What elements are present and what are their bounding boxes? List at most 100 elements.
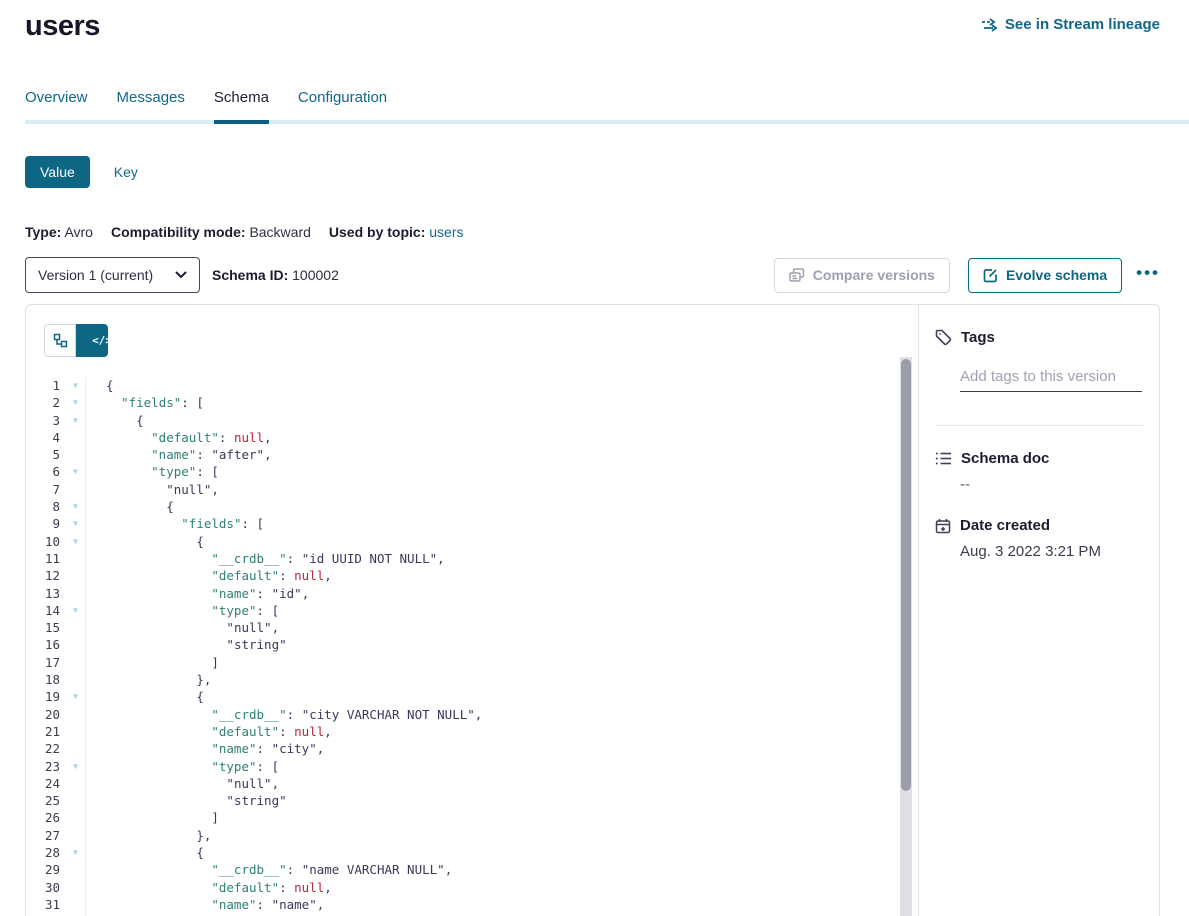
code-text: "type": [ [86, 758, 279, 775]
page-header: users See in Stream lineage [0, 0, 1189, 43]
calendar-icon [935, 518, 951, 534]
line-number: 11 [26, 550, 66, 567]
code-line: 26 ] [26, 809, 918, 826]
fold-gutter [66, 792, 86, 809]
code-text: { [86, 498, 174, 515]
code-text: "null", [86, 775, 279, 792]
code-line: 11 "__crdb__": "id UUID NOT NULL", [26, 550, 918, 567]
code-line: 3▼ { [26, 412, 918, 429]
line-number: 28 [26, 844, 66, 861]
stream-lineage-link[interactable]: See in Stream lineage [981, 16, 1160, 33]
code-line: 10▼ { [26, 533, 918, 550]
line-number: 10 [26, 533, 66, 550]
fold-gutter [66, 446, 86, 463]
date-created-heading-row: Date created [935, 517, 1143, 534]
code-text: "string" [86, 792, 287, 809]
schema-type-value: Avro [64, 224, 93, 240]
tab-messages[interactable]: Messages [117, 89, 185, 124]
fold-toggle-icon[interactable]: ▼ [66, 394, 86, 411]
schema-detail-panel: </> 1▼{2▼ "fields": [3▼ {4 "default": nu… [25, 304, 1160, 916]
fold-gutter [66, 636, 86, 653]
schema-doc-heading-row: Schema doc [935, 450, 1143, 467]
code-text: "__crdb__": "id UUID NOT NULL", [86, 550, 445, 567]
line-number: 19 [26, 688, 66, 705]
tags-section: Tags [935, 329, 1143, 426]
code-text: "name": "city", [86, 740, 324, 757]
code-line: 24 "null", [26, 775, 918, 792]
fold-gutter [66, 827, 86, 844]
tab-overview[interactable]: Overview [25, 89, 88, 124]
fold-toggle-icon[interactable]: ▼ [66, 688, 86, 705]
code-view-icon: </> [92, 334, 112, 347]
version-select[interactable]: Version 1 (current) [25, 257, 200, 293]
fold-toggle-icon[interactable]: ▼ [66, 758, 86, 775]
line-number: 5 [26, 446, 66, 463]
topic-link[interactable]: users [429, 224, 463, 240]
code-view-button[interactable]: </> [76, 324, 108, 357]
key-toggle-button[interactable]: Key [114, 164, 138, 180]
code-line: 1▼{ [26, 377, 918, 394]
code-text: "null", [86, 481, 219, 498]
code-text: { [86, 688, 204, 705]
fold-gutter [66, 706, 86, 723]
line-number: 24 [26, 775, 66, 792]
fold-gutter [66, 619, 86, 636]
schema-meta-row: Type: Avro Compatibility mode: Backward … [25, 224, 1189, 240]
code-text: { [86, 844, 204, 861]
line-number: 17 [26, 654, 66, 671]
fold-gutter [66, 740, 86, 757]
tags-input[interactable] [960, 366, 1142, 392]
compare-versions-button[interactable]: Compare versions [774, 258, 950, 293]
fold-toggle-icon[interactable]: ▼ [66, 515, 86, 532]
code-line: 20 "__crdb__": "city VARCHAR NOT NULL", [26, 706, 918, 723]
tree-view-button[interactable] [44, 324, 76, 357]
line-number: 26 [26, 809, 66, 826]
editor-scrollbar-thumb[interactable] [901, 359, 911, 791]
fold-gutter [66, 550, 86, 567]
version-bar: Version 1 (current) Schema ID: 100002 [25, 257, 1160, 293]
stream-lineage-icon [981, 18, 998, 32]
line-number: 1 [26, 377, 66, 394]
list-icon [935, 451, 952, 466]
code-line: 21 "default": null, [26, 723, 918, 740]
fold-toggle-icon[interactable]: ▼ [66, 498, 86, 515]
tab-schema[interactable]: Schema [214, 89, 269, 124]
tab-configuration[interactable]: Configuration [298, 89, 387, 124]
schema-type-label: Type: [25, 224, 61, 240]
line-number: 25 [26, 792, 66, 809]
code-line: 4 "default": null, [26, 429, 918, 446]
code-line: 12 "default": null, [26, 567, 918, 584]
compatibility-mode: Compatibility mode: Backward [111, 224, 311, 240]
code-text: { [86, 377, 114, 394]
evolve-schema-button[interactable]: Evolve schema [968, 258, 1122, 293]
code-line: 5 "name": "after", [26, 446, 918, 463]
code-text: "default": null, [86, 879, 332, 896]
code-text: "name": "id", [86, 585, 309, 602]
sidebar-divider [935, 425, 1143, 426]
code-lines: 1▼{2▼ "fields": [3▼ {4 "default": null,5… [26, 377, 918, 916]
fold-toggle-icon[interactable]: ▼ [66, 377, 86, 394]
more-actions-button[interactable]: ••• [1136, 264, 1160, 287]
line-number: 3 [26, 412, 66, 429]
fold-toggle-icon[interactable]: ▼ [66, 412, 86, 429]
code-text: { [86, 412, 144, 429]
tab-bar: Overview Messages Schema Configuration [25, 89, 1189, 124]
code-text: "default": null, [86, 723, 332, 740]
fold-gutter [66, 723, 86, 740]
code-text: "__crdb__": "city VARCHAR NOT NULL", [86, 706, 482, 723]
fold-toggle-icon[interactable]: ▼ [66, 533, 86, 550]
code-line: 18 }, [26, 671, 918, 688]
fold-gutter [66, 429, 86, 446]
fold-toggle-icon[interactable]: ▼ [66, 602, 86, 619]
code-line: 31 "name": "name", [26, 896, 918, 913]
fold-toggle-icon[interactable]: ▼ [66, 844, 86, 861]
edit-icon [983, 268, 998, 283]
line-number: 27 [26, 827, 66, 844]
fold-toggle-icon[interactable]: ▼ [66, 463, 86, 480]
value-toggle-button[interactable]: Value [25, 156, 90, 188]
schema-doc-section: Schema doc -- [935, 450, 1143, 493]
code-text: ] [86, 809, 219, 826]
chevron-down-icon [175, 271, 187, 279]
compatibility-mode-label: Compatibility mode: [111, 224, 246, 240]
code-line: 29 "__crdb__": "name VARCHAR NULL", [26, 861, 918, 878]
